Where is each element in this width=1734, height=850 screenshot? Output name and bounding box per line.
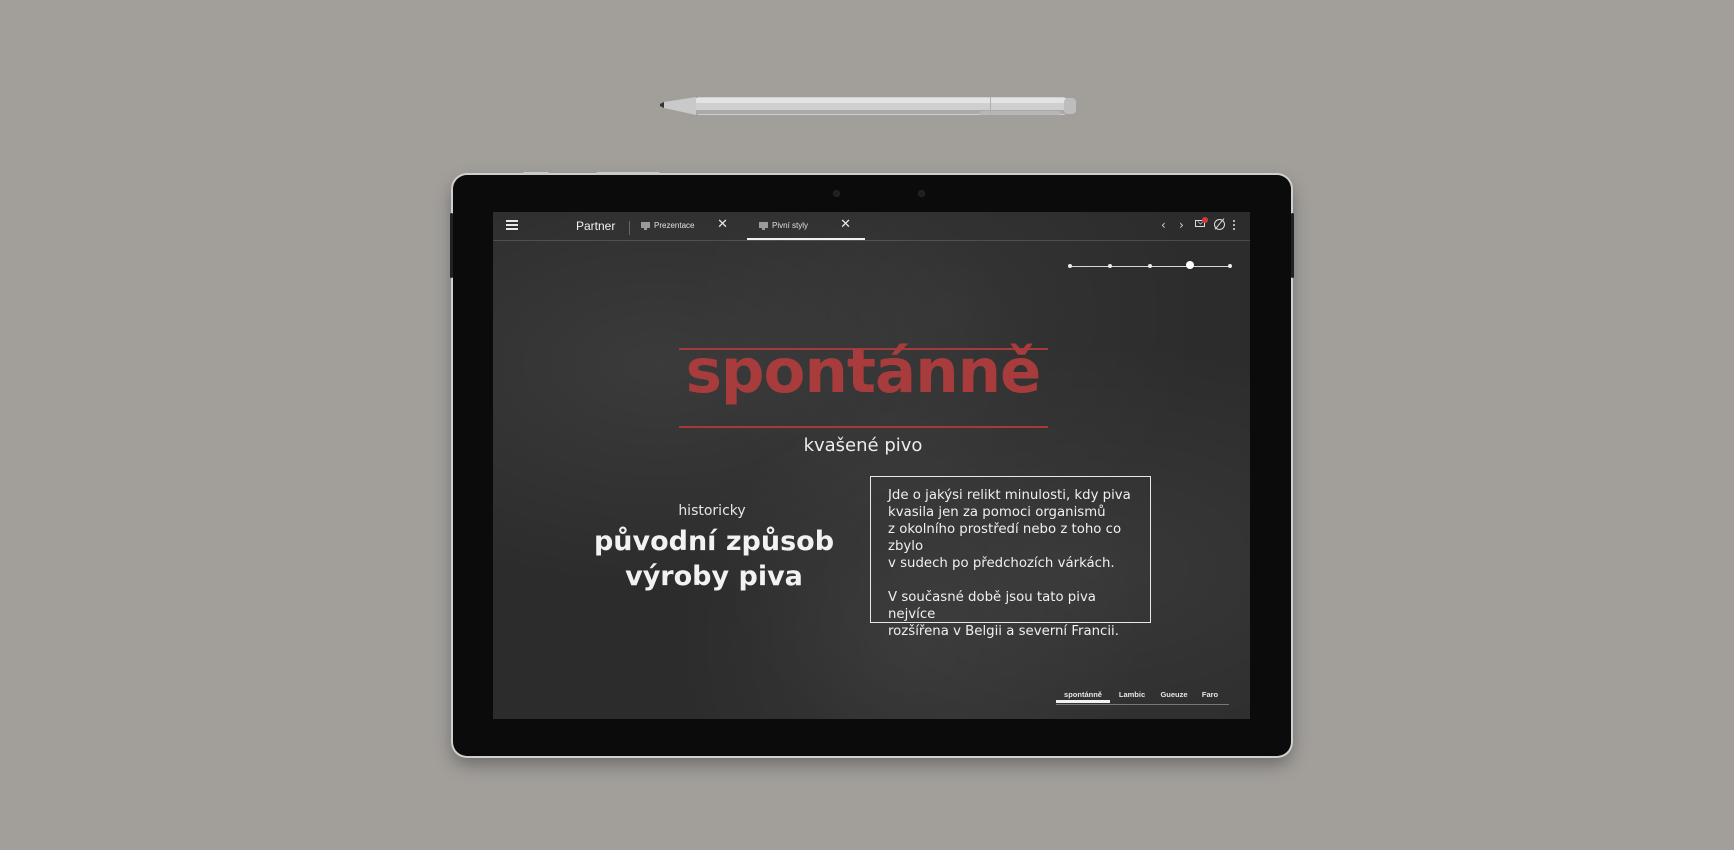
left-heading-line1: původní způsob (593, 526, 835, 557)
left-heading: původní způsob výroby piva (583, 524, 845, 594)
tab-prezentace[interactable]: Prezentace ✕ (629, 212, 742, 240)
menu-icon[interactable] (506, 220, 518, 230)
tab-label: Prezentace (654, 221, 695, 230)
bottom-tab-faro[interactable]: Faro (1194, 690, 1226, 699)
hardware-button (523, 172, 549, 175)
info-box: Jde o jakýsi relikt minulosti, kdy piva … (870, 476, 1151, 639)
info-paragraph: Jde o jakýsi relikt minulosti, kdy piva … (888, 488, 1131, 571)
bottom-tabs: spontánně Lambic Gueuze Faro (1056, 690, 1229, 705)
more-options-icon[interactable] (1233, 220, 1235, 232)
bottom-tab-lambic[interactable]: Lambic (1112, 690, 1152, 699)
hardware-button (596, 172, 660, 175)
slide-subtitle: kvašené pivo (803, 435, 923, 456)
left-heading-line2: výroby piva (625, 561, 803, 592)
bottom-tab-gueuze[interactable]: Gueuze (1154, 690, 1194, 699)
presentation-icon (641, 222, 650, 230)
tab-pivni-styly[interactable]: Pivní styly ✕ (747, 212, 865, 240)
tablet-device: Partner Prezentace ✕ Pivní styly ✕ ‹ › s… (450, 172, 1294, 756)
progress-step-4[interactable] (1186, 261, 1194, 269)
bottom-tab-spontanne[interactable]: spontánně (1056, 690, 1110, 703)
close-icon[interactable]: ✕ (717, 217, 728, 233)
title-rule-bottom (679, 426, 1048, 428)
progress-step-3[interactable] (1148, 264, 1152, 268)
chevron-left-icon[interactable]: ‹ (1161, 218, 1166, 232)
slide-title: spontánně (685, 336, 1042, 407)
progress-step-5[interactable] (1228, 264, 1232, 268)
chevron-right-icon[interactable]: › (1179, 218, 1184, 232)
side-button (450, 213, 453, 278)
progress-step-1[interactable] (1068, 264, 1072, 268)
stylus-pen (660, 97, 1076, 115)
side-button (1291, 213, 1294, 278)
top-bar: Partner Prezentace ✕ Pivní styly ✕ ‹ › (493, 212, 1250, 241)
slide-progress (1068, 261, 1232, 272)
sync-off-icon[interactable] (1214, 219, 1225, 230)
app-name: Partner (576, 219, 616, 233)
presentation-icon (759, 222, 768, 230)
notification-badge (1202, 217, 1208, 223)
tab-label: Pivní styly (772, 221, 809, 230)
app-screen: Partner Prezentace ✕ Pivní styly ✕ ‹ › s… (493, 212, 1250, 719)
close-icon[interactable]: ✕ (840, 217, 851, 233)
info-paragraph: V současné době jsou tato piva nejvíce r… (888, 590, 1119, 639)
left-caption: historicky (678, 503, 746, 519)
front-sensor (833, 190, 840, 197)
progress-step-2[interactable] (1108, 264, 1112, 268)
front-camera (918, 190, 925, 197)
